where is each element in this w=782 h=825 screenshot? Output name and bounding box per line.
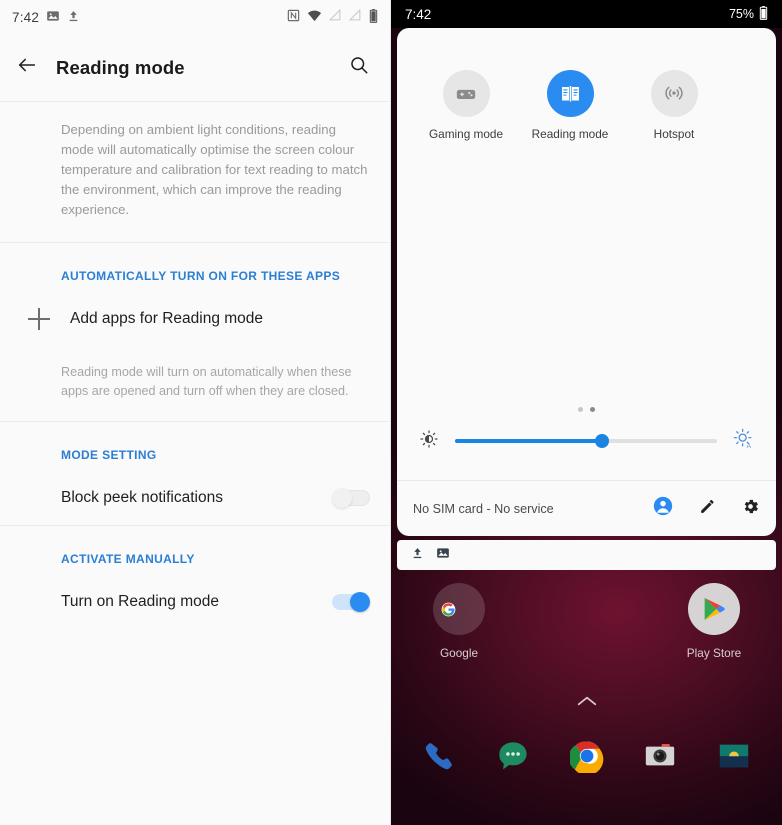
status-bar-icons: [287, 8, 378, 26]
turn-on-reading-mode-toggle[interactable]: [332, 592, 370, 613]
search-icon[interactable]: [349, 55, 370, 81]
page-dot-active: [590, 407, 595, 412]
quick-tile-hotspot[interactable]: Hotspot: [629, 70, 719, 141]
home-app-label: Play Store: [686, 646, 742, 660]
home-screen: Google Play Store: [391, 570, 782, 825]
home-app-play-store[interactable]: Play Store: [676, 583, 752, 660]
battery-percent-label: 75%: [728, 7, 754, 21]
play-store-icon: [688, 583, 740, 635]
quick-settings-footer: No SIM card - No service: [397, 480, 776, 536]
section-header-activate-manually: ACTIVATE MANUALLY: [61, 552, 195, 567]
carrier-status-label: No SIM card - No service: [413, 501, 554, 516]
status-bar-time: 7:42: [405, 6, 432, 22]
home-app-label: Google: [439, 646, 479, 660]
signal-empty-icon: [348, 8, 362, 25]
phone-icon[interactable]: [417, 734, 461, 778]
quick-tile-gaming-mode[interactable]: Gaming mode: [421, 70, 511, 141]
camera-icon[interactable]: [638, 734, 682, 778]
gallery-icon[interactable]: [712, 734, 756, 778]
quick-tile-label: Gaming mode: [428, 127, 504, 141]
home-and-quick-settings-screen: 7:42 75% Gaming mode Reading mode Hotspo…: [391, 0, 782, 825]
page-dot: [578, 407, 583, 412]
upload-icon: [67, 9, 80, 26]
gamepad-icon: [442, 70, 490, 117]
add-apps-label: Add apps for Reading mode: [70, 310, 264, 328]
quick-tile-label: Reading mode: [531, 127, 609, 141]
app-drawer-handle[interactable]: [391, 694, 782, 712]
block-peek-notifications-row[interactable]: Block peek notifications: [0, 470, 390, 527]
messages-icon[interactable]: [491, 734, 535, 778]
google-folder-icon: [433, 583, 485, 635]
plus-icon: [28, 308, 50, 331]
turn-on-reading-mode-row[interactable]: Turn on Reading mode: [0, 574, 390, 630]
chrome-icon[interactable]: [565, 734, 609, 778]
quick-settings-tiles: Gaming mode Reading mode Hotspot: [397, 28, 776, 141]
brightness-slider[interactable]: [455, 434, 717, 448]
open-book-icon: [546, 70, 594, 117]
screenshot-root: 7:42 Reading mode Depending on ambient l…: [0, 0, 782, 825]
notification-icons-strip: [397, 540, 776, 570]
toggle-thumb: [332, 487, 352, 508]
add-apps-row[interactable]: Add apps for Reading mode: [0, 291, 390, 347]
slider-knob[interactable]: [594, 434, 609, 448]
section-header-mode-setting: MODE SETTING: [61, 448, 157, 463]
screenshot-icon: [46, 9, 60, 26]
quick-tile-reading-mode[interactable]: Reading mode: [525, 70, 615, 141]
hotspot-icon: [650, 70, 698, 117]
home-dock: [391, 712, 782, 778]
chevron-up-icon: [577, 694, 597, 712]
turn-on-reading-mode-label: Turn on Reading mode: [61, 593, 219, 611]
battery-icon: [369, 8, 378, 26]
svg-text:A: A: [747, 443, 752, 449]
section-header-auto-apps: AUTOMATICALLY TURN ON FOR THESE APPS: [61, 269, 341, 284]
signal-empty-icon: [328, 8, 342, 25]
status-bar-time: 7:42: [12, 9, 40, 25]
quick-settings-panel: Gaming mode Reading mode Hotspot A No SI…: [397, 28, 776, 536]
quick-tile-label: Hotspot: [653, 127, 695, 141]
block-peek-label: Block peek notifications: [61, 488, 223, 506]
reading-mode-description: Depending on ambient light conditions, r…: [0, 102, 390, 244]
pencil-icon[interactable]: [698, 497, 717, 521]
user-avatar-icon[interactable]: [652, 495, 674, 522]
brightness-auto-icon[interactable]: A: [733, 428, 754, 454]
status-bar: 7:42: [0, 0, 390, 34]
brightness-slider-row: A: [397, 428, 776, 480]
screenshot-icon: [436, 546, 450, 565]
app-bar: Reading mode: [0, 34, 390, 102]
home-app-google-folder[interactable]: Google: [421, 583, 497, 660]
back-arrow-icon[interactable]: [16, 54, 38, 81]
toggle-thumb: [350, 592, 370, 613]
gear-icon[interactable]: [741, 497, 760, 521]
upload-icon: [411, 546, 424, 565]
home-app-row: Google Play Store: [391, 570, 782, 660]
battery-icon: [759, 5, 768, 23]
quick-settings-page-dots[interactable]: [397, 407, 776, 428]
quick-settings-spacer: [397, 141, 776, 407]
status-bar: 7:42 75%: [391, 0, 782, 28]
block-peek-toggle[interactable]: [332, 487, 370, 508]
auto-apps-note: Reading mode will turn on automatically …: [0, 347, 390, 423]
wifi-icon: [307, 9, 322, 25]
settings-screen: 7:42 Reading mode Depending on ambient l…: [0, 0, 391, 825]
nfc-icon: [287, 9, 300, 25]
page-title: Reading mode: [56, 56, 185, 78]
brightness-low-icon: [419, 429, 439, 454]
status-bar-icons: 75%: [728, 5, 768, 23]
slider-fill: [455, 439, 602, 443]
